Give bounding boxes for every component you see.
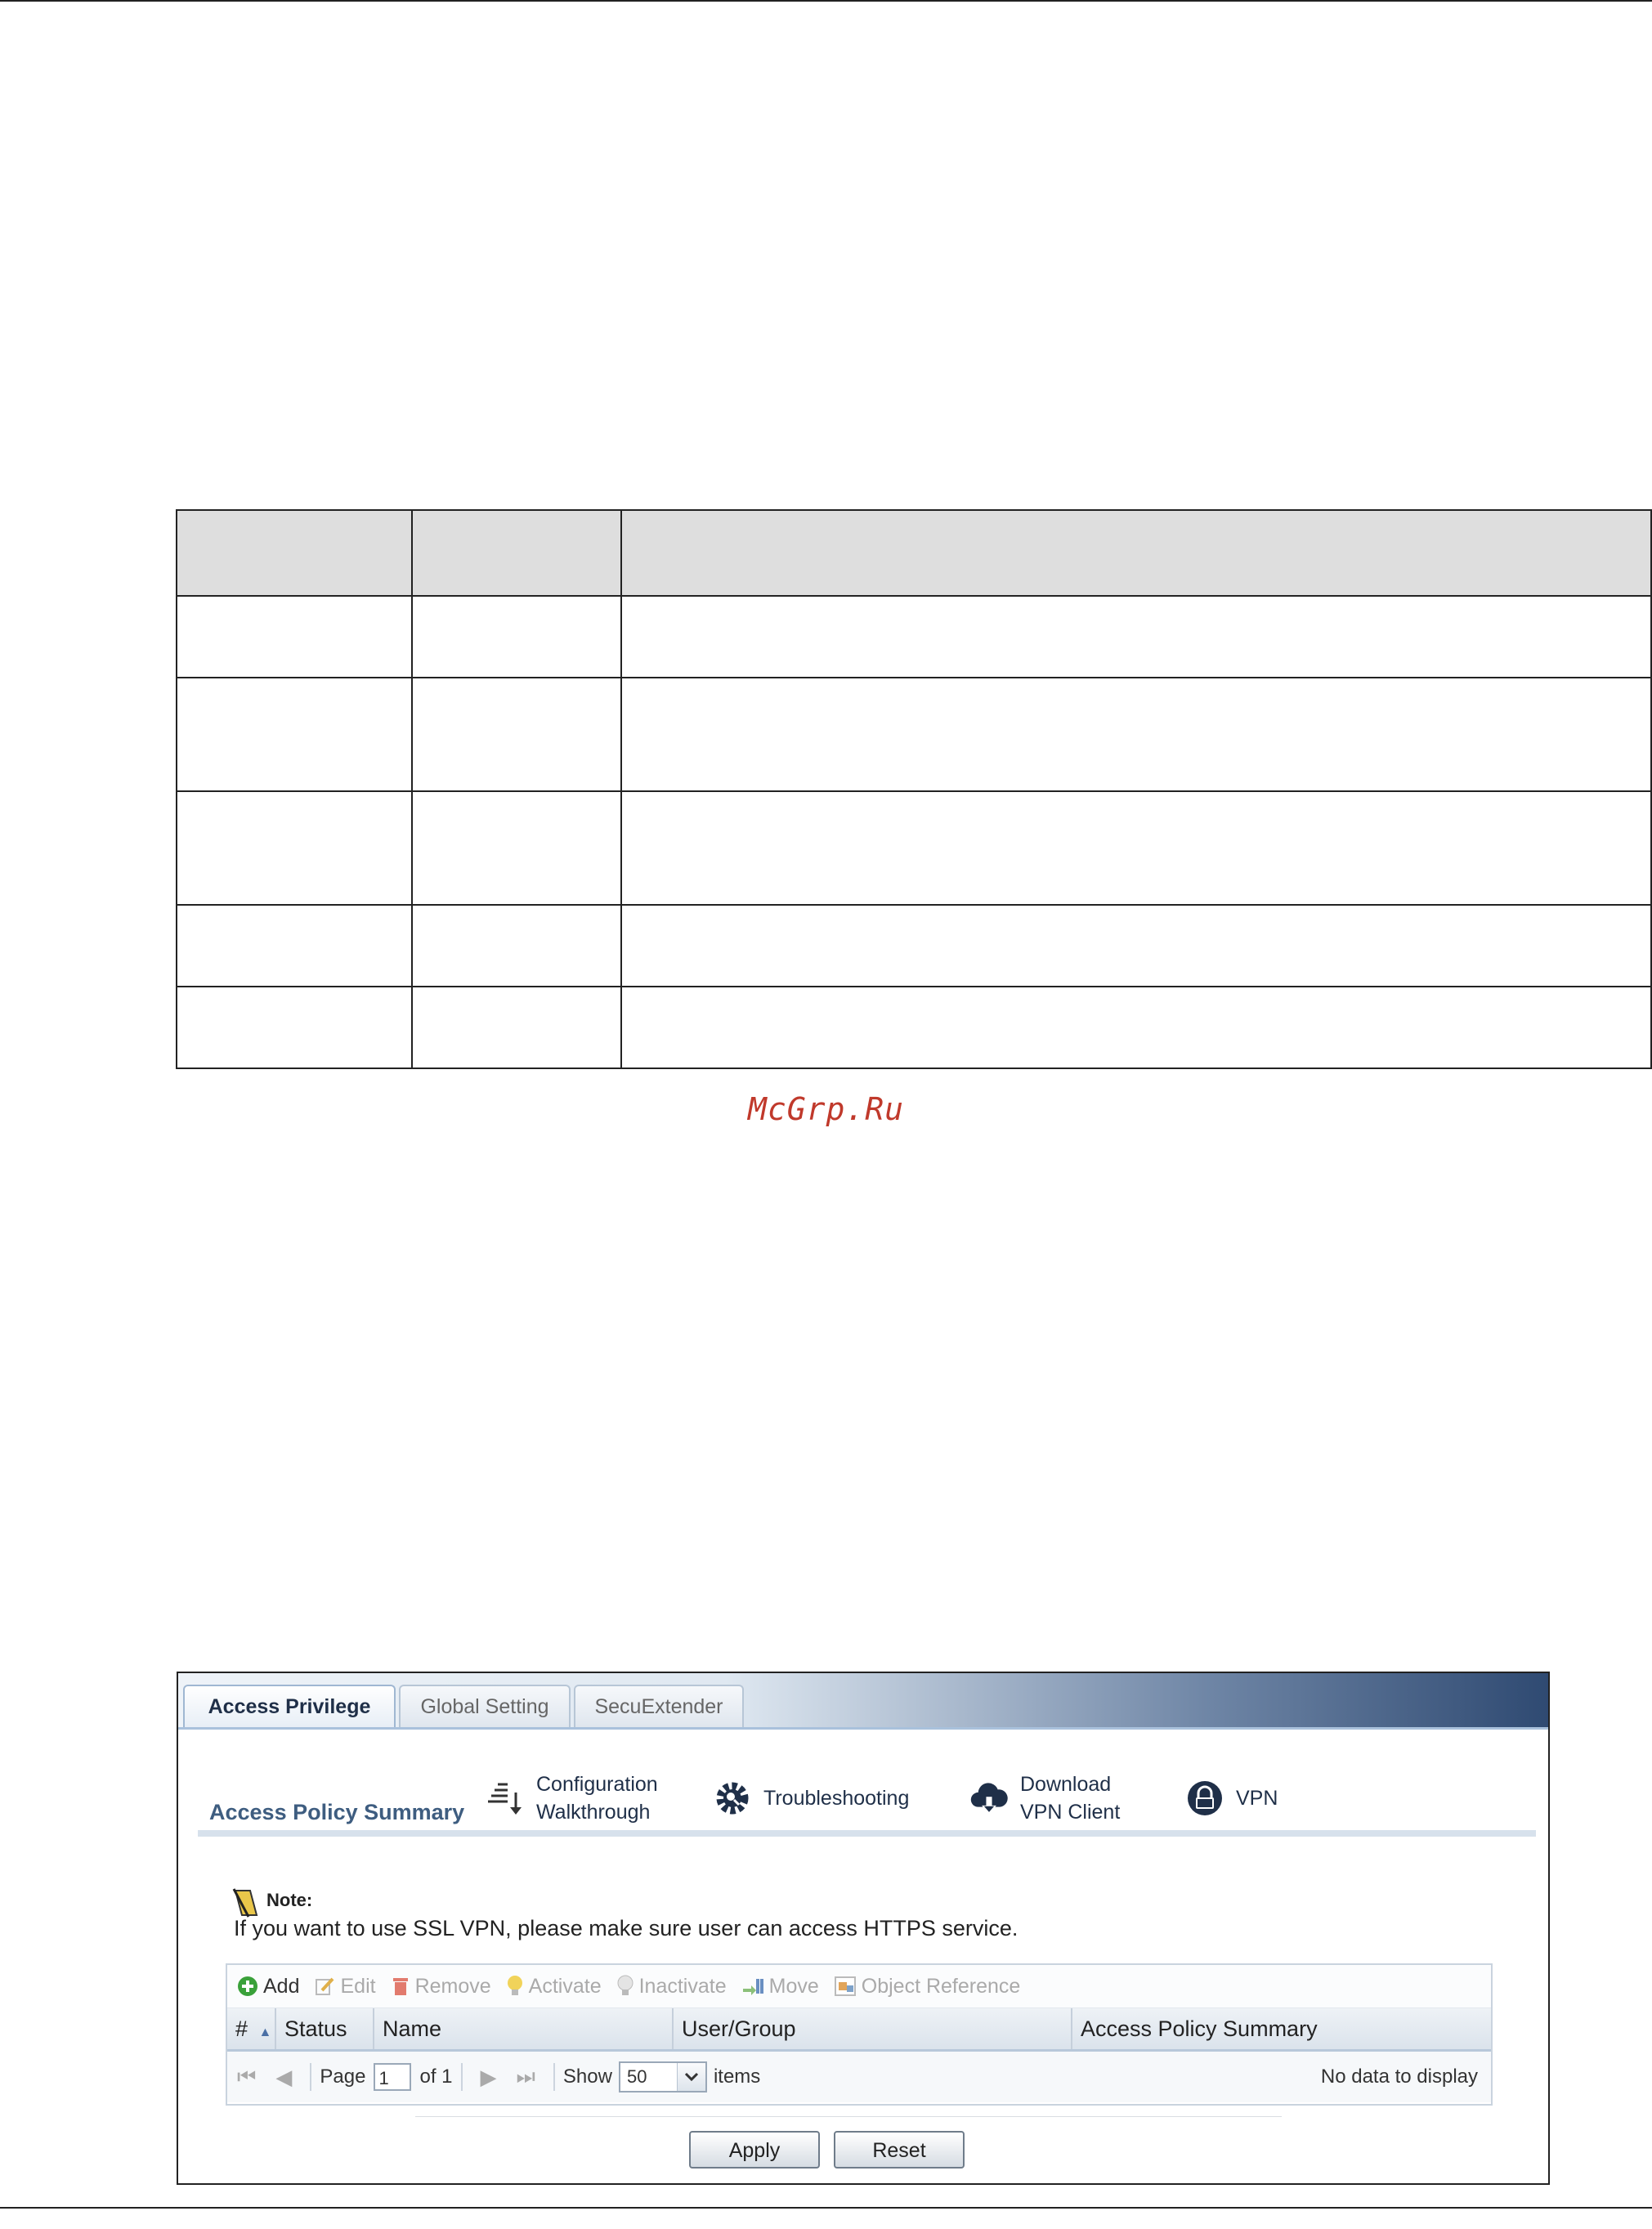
screenshot-frame: Access Privilege Global Setting SecuExte…: [177, 1672, 1550, 2185]
trash-icon: [391, 1976, 410, 1997]
move-button[interactable]: Move: [741, 1975, 819, 1998]
configuration-walkthrough-link[interactable]: Configuration Walkthrough: [486, 1770, 658, 1827]
chevron-down-icon[interactable]: [676, 2063, 705, 2091]
configuration-walkthrough-line1: Configuration: [536, 1773, 658, 1796]
watermark: McGrp.Ru: [747, 1091, 905, 1127]
activate-label: Activate: [528, 1974, 602, 1998]
download-line2: VPN Client: [1020, 1801, 1121, 1824]
lightbulb-off-icon: [616, 1975, 634, 1998]
section-divider: [198, 1830, 1536, 1837]
troubleshooting-link[interactable]: Troubleshooting: [713, 1770, 909, 1827]
next-page-icon[interactable]: ▶: [481, 2065, 497, 2090]
page-of-label: of 1: [419, 2066, 453, 2088]
top-rule: [0, 0, 1652, 2]
table-row: [176, 677, 1652, 792]
no-data-message: No data to display: [1320, 2066, 1478, 2088]
table-row: [176, 904, 1652, 987]
move-label: Move: [768, 1974, 819, 1998]
column-header-summary[interactable]: Access Policy Summary: [1072, 2008, 1491, 2049]
pager-separator: [310, 2063, 312, 2091]
table-header-row: [176, 509, 1652, 597]
show-label: Show: [562, 2066, 612, 2088]
remove-label: Remove: [414, 1974, 491, 1998]
download-line1: Download: [1020, 1773, 1112, 1796]
pager-separator: [460, 2063, 463, 2091]
previous-page-icon[interactable]: ◀: [275, 2065, 292, 2090]
vpn-label: VPN: [1236, 1787, 1278, 1810]
section-title: Access Policy Summary: [209, 1800, 465, 1824]
reset-button[interactable]: Reset: [834, 2131, 965, 2169]
inactivate-button[interactable]: Inactivate: [616, 1975, 727, 1998]
items-label: items: [713, 2066, 761, 2088]
page-label: Page: [320, 2066, 366, 2088]
first-page-icon[interactable]: ⏮: [237, 2064, 256, 2090]
tab-bar: Access Privilege Global Setting SecuExte…: [178, 1673, 1548, 1730]
sort-ascending-icon: ▲: [258, 2025, 272, 2039]
page-number-input[interactable]: 1: [374, 2063, 412, 2091]
items-per-page-value: 50: [626, 2066, 647, 2087]
table-row: [176, 790, 1652, 906]
note-text: If you want to use SSL VPN, please make …: [234, 1916, 1019, 1940]
download-vpn-client-link[interactable]: Download VPN Client: [969, 1770, 1120, 1827]
lightbulb-on-icon: [506, 1975, 524, 1998]
tab-global-setting[interactable]: Global Setting: [399, 1685, 571, 1727]
grid-header: # ▲ Status Name User/Group Access Policy…: [227, 2008, 1491, 2052]
tab-access-privilege[interactable]: Access Privilege: [183, 1685, 396, 1727]
items-per-page-select[interactable]: 50: [618, 2061, 707, 2092]
grid-toolbar: Add Edit Remove Activate Inactivate Move: [227, 1965, 1491, 2008]
add-label: Add: [263, 1974, 300, 1998]
add-button[interactable]: Add: [237, 1975, 299, 1998]
column-header-user-group[interactable]: User/Group: [674, 2008, 1072, 2049]
add-icon: [237, 1976, 258, 1997]
vpn-link[interactable]: VPN: [1185, 1770, 1278, 1827]
edit-icon: [314, 1976, 335, 1997]
vpn-lock-icon: [1185, 1779, 1224, 1818]
activate-button[interactable]: Activate: [506, 1975, 602, 1998]
cloud-download-icon: [969, 1779, 1009, 1818]
table-row: [176, 986, 1652, 1069]
policy-grid: Add Edit Remove Activate Inactivate Move: [226, 1963, 1493, 2106]
column-header-name[interactable]: Name: [374, 2008, 674, 2049]
table-row: [176, 595, 1652, 678]
troubleshooting-gear-icon: [713, 1779, 752, 1818]
column-header-status[interactable]: Status: [276, 2008, 374, 2049]
edit-label: Edit: [340, 1974, 376, 1998]
object-reference-button[interactable]: Object Reference: [834, 1974, 1021, 1998]
configuration-walkthrough-line2: Walkthrough: [536, 1801, 651, 1824]
move-icon: [741, 1977, 764, 1995]
bottom-rule: [0, 2207, 1652, 2209]
apply-button[interactable]: Apply: [689, 2131, 820, 2169]
description-table: [176, 509, 1652, 1069]
edit-button[interactable]: Edit: [314, 1974, 376, 1998]
pager: ⏮ ◀ Page 1 of 1 ▶ ⏭ Show 50 items No dat…: [227, 2052, 1491, 2102]
footer-divider: [415, 2116, 1282, 2117]
object-reference-icon: [834, 1976, 857, 1997]
pager-separator: [553, 2063, 555, 2091]
object-reference-label: Object Reference: [861, 1974, 1021, 1998]
last-page-icon[interactable]: ⏭: [517, 2064, 535, 2090]
inactivate-label: Inactivate: [638, 1974, 727, 1998]
column-header-index[interactable]: # ▲: [227, 2008, 276, 2049]
note-label: Note:: [266, 1890, 313, 1910]
remove-button[interactable]: Remove: [391, 1975, 491, 1998]
troubleshooting-label: Troubleshooting: [763, 1787, 910, 1810]
configuration-walkthrough-icon: [486, 1779, 525, 1818]
tab-secuextender[interactable]: SecuExtender: [574, 1685, 744, 1727]
